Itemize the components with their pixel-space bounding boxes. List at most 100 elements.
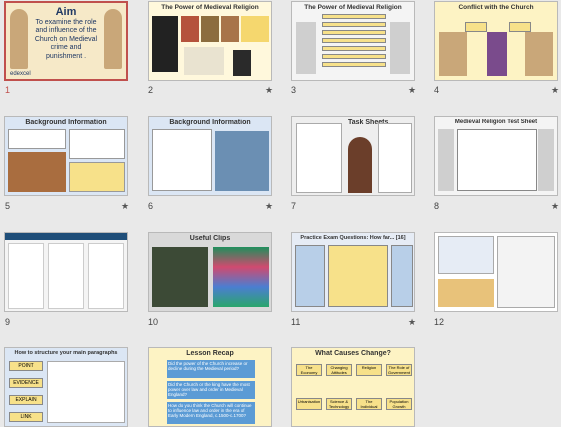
worksheet-image: [378, 123, 412, 193]
slide-number: 10: [148, 317, 159, 327]
text-box: [322, 62, 386, 67]
slide-thumbnail-2[interactable]: The Power of Medieval Religion: [148, 1, 272, 81]
text-box: [438, 236, 494, 274]
church-drawing: [525, 32, 553, 76]
text-box: [69, 162, 125, 192]
slide-title: Conflict with the Church: [458, 4, 534, 11]
animation-star-icon: ★: [265, 201, 274, 211]
slide-number: 6: [148, 201, 154, 211]
recap-question: Did the Church or the king have the most…: [167, 381, 255, 399]
slide-thumbnail-3[interactable]: The Power of Medieval Religion: [291, 1, 415, 81]
text-box: [322, 14, 386, 19]
video-clip-thumbnail[interactable]: [213, 247, 269, 307]
slide-thumbnail-6[interactable]: Background Information: [148, 116, 272, 196]
evidence-label: EVIDENCE: [9, 378, 43, 388]
text-box: [322, 30, 386, 35]
speech-bubble: [509, 22, 531, 32]
slide-title: What Causes Change?: [315, 350, 391, 357]
factor-box: Urbanisation: [296, 398, 322, 410]
slide-number: 7: [291, 201, 297, 211]
header-bar: [5, 233, 127, 240]
slide-title: Background Information: [169, 119, 251, 126]
hint-box: [391, 245, 413, 307]
slide-title: Medieval Religion Test Sheet: [454, 119, 538, 125]
slide-number: 11: [291, 317, 301, 327]
slide-title: Aim: [55, 6, 77, 18]
slide-thumbnail-7[interactable]: Task Sheets: [291, 116, 415, 196]
factor-box: Religion: [356, 364, 382, 376]
text-box: [47, 361, 125, 423]
king-figure: [487, 32, 507, 76]
image-placeholder: [201, 16, 219, 42]
slide-thumbnail-15[interactable]: What Causes Change? The Economy Changing…: [291, 347, 415, 427]
slide-title: Background Information: [25, 119, 107, 126]
slide-title: How to structure your main paragraphs: [14, 350, 118, 356]
factor-box: The Role of Government: [386, 364, 412, 376]
text-box: [152, 129, 212, 191]
slide-thumbnail-11[interactable]: Practice Exam Questions: How far... [16]: [291, 232, 415, 312]
monk-figure: [348, 137, 372, 193]
slide-thumbnail-13[interactable]: How to structure your main paragraphs PO…: [4, 347, 128, 427]
answer-box: [328, 245, 388, 307]
test-table: [457, 129, 537, 191]
image-placeholder: [233, 50, 251, 76]
slide-number: 12: [434, 317, 445, 327]
text-box: [497, 236, 555, 308]
slide-title: The Power of Medieval Religion: [304, 4, 402, 11]
edexcel-logo: edexcel: [10, 71, 31, 77]
speech-bubble: [465, 22, 487, 32]
factor-box: Population Growth: [386, 398, 412, 410]
image-placeholder: [221, 16, 239, 42]
image-placeholder: [215, 131, 269, 191]
slide-number: 4: [434, 85, 440, 95]
slide-number: 3: [291, 85, 297, 95]
image-placeholder: [152, 16, 178, 72]
monk-figure-left: [10, 9, 28, 69]
text-column: [48, 243, 84, 309]
animation-star-icon: ★: [408, 85, 417, 95]
slide-thumbnail-10[interactable]: Useful Clips: [148, 232, 272, 312]
animation-star-icon: ★: [551, 201, 560, 211]
recap-question: Did the power of the Church increase or …: [167, 360, 255, 378]
factor-box: Science & Technology: [326, 398, 352, 410]
slide-body: To examine the role and influence of the…: [34, 19, 98, 60]
slide-title: The Power of Medieval Religion: [161, 4, 259, 11]
slide-title: Useful Clips: [189, 235, 231, 242]
church-drawing: [538, 129, 554, 191]
slide-title: Practice Exam Questions: How far... [16]: [300, 235, 406, 241]
factor-box: The Individual: [356, 398, 382, 410]
slide-thumbnail-9[interactable]: [4, 232, 128, 312]
slide-thumbnail-5[interactable]: Background Information: [4, 116, 128, 196]
text-box: [69, 129, 125, 159]
animation-star-icon: ★: [265, 85, 274, 95]
slide-number: 5: [5, 201, 11, 211]
text-box: [322, 38, 386, 43]
text-column: [88, 243, 124, 309]
animation-star-icon: ★: [408, 317, 417, 327]
text-box: [8, 129, 66, 149]
slide-thumbnail-12[interactable]: [434, 232, 558, 312]
slide-thumbnail-8[interactable]: Medieval Religion Test Sheet: [434, 116, 558, 196]
worksheet-image: [296, 123, 342, 193]
video-clip-thumbnail[interactable]: [152, 247, 208, 307]
image-placeholder: [181, 16, 199, 42]
image-placeholder: [241, 16, 269, 42]
slide-number: 2: [148, 85, 154, 95]
church-drawing: [390, 22, 410, 74]
question-box: [295, 245, 325, 307]
monk-figure-right: [104, 9, 122, 69]
slide-thumbnail-14[interactable]: Lesson Recap Did the power of the Church…: [148, 347, 272, 427]
church-drawing: [438, 129, 454, 191]
slide-title: Lesson Recap: [186, 350, 234, 357]
factor-box: The Economy: [296, 364, 322, 376]
slide-number: 1: [5, 85, 11, 95]
slide-thumbnail-1[interactable]: Aim To examine the role and influence of…: [4, 1, 128, 81]
image-placeholder: [438, 279, 494, 307]
text-box: [322, 46, 386, 51]
church-drawing: [296, 22, 316, 74]
animation-star-icon: ★: [121, 201, 130, 211]
slide-thumbnail-4[interactable]: Conflict with the Church: [434, 1, 558, 81]
text-box: [322, 22, 386, 27]
text-column: [8, 243, 44, 309]
point-label: POINT: [9, 361, 43, 371]
